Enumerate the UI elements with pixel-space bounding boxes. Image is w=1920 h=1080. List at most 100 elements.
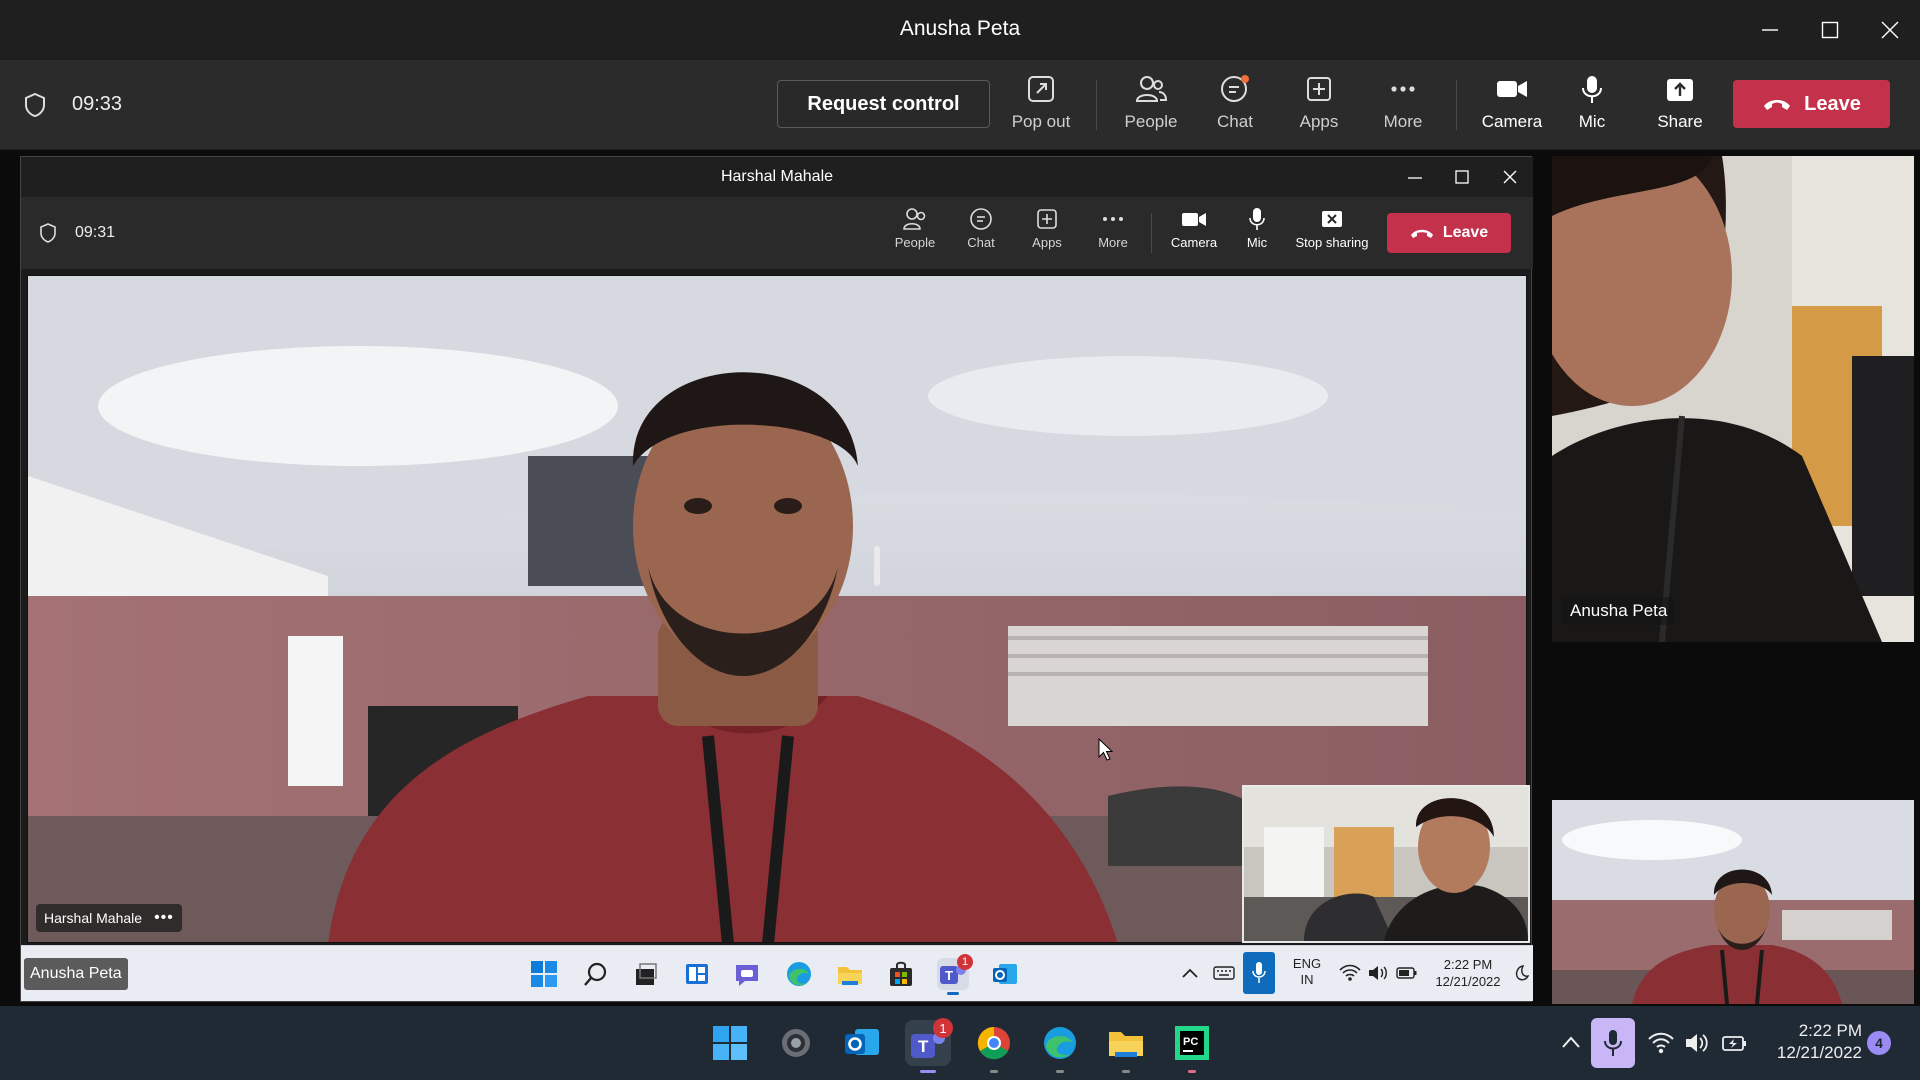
pop-out-button[interactable]: Pop out bbox=[1006, 74, 1076, 140]
apps-button[interactable]: Apps bbox=[1284, 74, 1354, 140]
chevron-up-icon[interactable] bbox=[1561, 1034, 1581, 1050]
chrome-button[interactable] bbox=[971, 1020, 1017, 1073]
task-view-button[interactable] bbox=[630, 958, 662, 990]
request-control-label: Request control bbox=[807, 92, 960, 115]
participant-name: Harshal Mahale bbox=[44, 910, 143, 926]
more-options-icon[interactable]: ••• bbox=[154, 909, 174, 927]
participant-video-harshal[interactable] bbox=[1552, 800, 1914, 1004]
camera-button[interactable]: Camera bbox=[1476, 74, 1548, 140]
shared-more-button[interactable]: More bbox=[1085, 207, 1141, 263]
active-indicator bbox=[920, 1070, 936, 1073]
toolbar-divider bbox=[1096, 80, 1097, 130]
close-button[interactable] bbox=[1860, 0, 1920, 60]
edge-button[interactable] bbox=[783, 958, 815, 990]
camera-label: Camera bbox=[1170, 235, 1218, 250]
window-title: Anusha Peta bbox=[899, 17, 1021, 40]
mic-label: Mic bbox=[1246, 235, 1268, 250]
taskbar: T 1 PC 2:22 PM 12/21/2022 4 bbox=[0, 1006, 1920, 1080]
file-explorer-button[interactable] bbox=[1103, 1020, 1149, 1073]
outlook-button[interactable] bbox=[989, 958, 1021, 990]
people-button[interactable]: People bbox=[1116, 74, 1186, 140]
region-code: IN bbox=[1300, 972, 1314, 987]
clock[interactable]: 2:22 PM 12/21/2022 bbox=[1429, 956, 1507, 990]
self-preview-video[interactable] bbox=[1242, 785, 1530, 943]
participant-video-anusha[interactable]: Anusha Peta bbox=[1552, 156, 1914, 642]
language-indicator[interactable]: ENG IN bbox=[1287, 956, 1327, 988]
windows-logo-icon bbox=[531, 961, 557, 987]
video-frame bbox=[1552, 800, 1914, 1004]
maximize-button[interactable] bbox=[1800, 0, 1860, 60]
shared-leave-button[interactable]: Leave bbox=[1387, 213, 1511, 253]
video-frame bbox=[1552, 156, 1914, 642]
teams-chat-button[interactable] bbox=[731, 958, 763, 990]
minimize-icon bbox=[1762, 29, 1778, 31]
stop-sharing-button[interactable]: Stop sharing bbox=[1291, 207, 1373, 263]
minimize-icon[interactable] bbox=[1408, 171, 1422, 185]
wifi-icon[interactable] bbox=[1648, 1032, 1674, 1054]
pop-out-label: Pop out bbox=[1011, 112, 1071, 131]
leave-button[interactable]: Leave bbox=[1733, 80, 1890, 128]
more-icon bbox=[1103, 217, 1123, 221]
mic-in-use-indicator[interactable] bbox=[1591, 1018, 1635, 1068]
teams-button[interactable]: T 1 bbox=[905, 1018, 953, 1073]
people-label: People bbox=[894, 235, 936, 250]
mic-label: Mic bbox=[1578, 112, 1606, 131]
people-icon bbox=[1135, 76, 1167, 102]
volume-icon[interactable] bbox=[1367, 964, 1389, 982]
participant-name: Anusha Peta bbox=[1570, 601, 1668, 620]
minimize-button[interactable] bbox=[1740, 0, 1800, 60]
share-button[interactable]: Share bbox=[1644, 74, 1716, 140]
maximize-icon bbox=[1821, 21, 1839, 39]
meeting-timer: 09:33 bbox=[72, 93, 123, 115]
start-button[interactable] bbox=[707, 1020, 753, 1066]
teams-button[interactable]: T 1 bbox=[937, 954, 973, 995]
shared-people-button[interactable]: People bbox=[887, 207, 943, 263]
store-button[interactable] bbox=[885, 958, 917, 990]
start-button[interactable] bbox=[528, 958, 560, 990]
focus-moon-icon[interactable] bbox=[1511, 964, 1529, 982]
share-icon bbox=[1667, 79, 1693, 101]
svg-text:T: T bbox=[918, 1037, 929, 1056]
widgets-button[interactable] bbox=[681, 958, 713, 990]
chat-button[interactable]: Chat bbox=[1200, 74, 1270, 140]
people-icon bbox=[903, 208, 926, 230]
chat-icon bbox=[970, 208, 992, 230]
stop-sharing-label: Stop sharing bbox=[1295, 235, 1369, 250]
apps-label: Apps bbox=[1032, 235, 1062, 250]
wifi-icon[interactable] bbox=[1339, 964, 1361, 982]
outlook-button[interactable] bbox=[839, 1020, 885, 1066]
camera-icon bbox=[1182, 213, 1206, 226]
search-button[interactable] bbox=[580, 958, 612, 990]
pop-out-icon bbox=[1028, 76, 1054, 102]
shared-taskbar: Anusha Peta T 1 ENG IN 2:22 PM 12/21/202… bbox=[21, 945, 1533, 1001]
settings-button[interactable] bbox=[773, 1020, 819, 1066]
more-button[interactable]: More bbox=[1368, 74, 1438, 140]
pycharm-button[interactable]: PC bbox=[1169, 1020, 1215, 1073]
shared-screen: Harshal Mahale 09:31 People Chat Apps Mo… bbox=[20, 156, 1533, 1002]
battery-charging-icon[interactable] bbox=[1720, 1032, 1748, 1054]
participant-name-tag: Anusha Peta bbox=[1562, 597, 1676, 625]
volume-icon[interactable] bbox=[1684, 1032, 1710, 1054]
shared-mic-button[interactable]: Mic bbox=[1234, 207, 1280, 263]
more-icon bbox=[1391, 86, 1415, 92]
mic-button[interactable]: Mic bbox=[1562, 74, 1622, 140]
edge-button[interactable] bbox=[1037, 1020, 1083, 1073]
shield-icon bbox=[40, 223, 56, 243]
hang-up-icon bbox=[1410, 229, 1433, 238]
people-label: People bbox=[1124, 112, 1178, 131]
shared-mic-indicator[interactable] bbox=[1243, 952, 1275, 994]
clock[interactable]: 2:22 PM 12/21/2022 bbox=[1762, 1020, 1862, 1064]
shared-meeting-timer: 09:31 bbox=[75, 224, 116, 241]
notification-count-badge[interactable]: 4 bbox=[1867, 1031, 1891, 1055]
shared-apps-button[interactable]: Apps bbox=[1019, 207, 1075, 263]
file-explorer-button[interactable] bbox=[834, 958, 866, 990]
chevron-up-icon[interactable] bbox=[1181, 966, 1199, 980]
request-control-button[interactable]: Request control bbox=[777, 80, 990, 128]
maximize-icon[interactable] bbox=[1455, 170, 1469, 184]
close-icon[interactable] bbox=[1503, 170, 1517, 184]
toolbar-divider bbox=[1151, 213, 1152, 253]
shared-chat-button[interactable]: Chat bbox=[953, 207, 1009, 263]
shared-camera-button[interactable]: Camera bbox=[1164, 207, 1224, 263]
keyboard-icon[interactable] bbox=[1213, 964, 1235, 982]
battery-icon[interactable] bbox=[1396, 965, 1418, 981]
